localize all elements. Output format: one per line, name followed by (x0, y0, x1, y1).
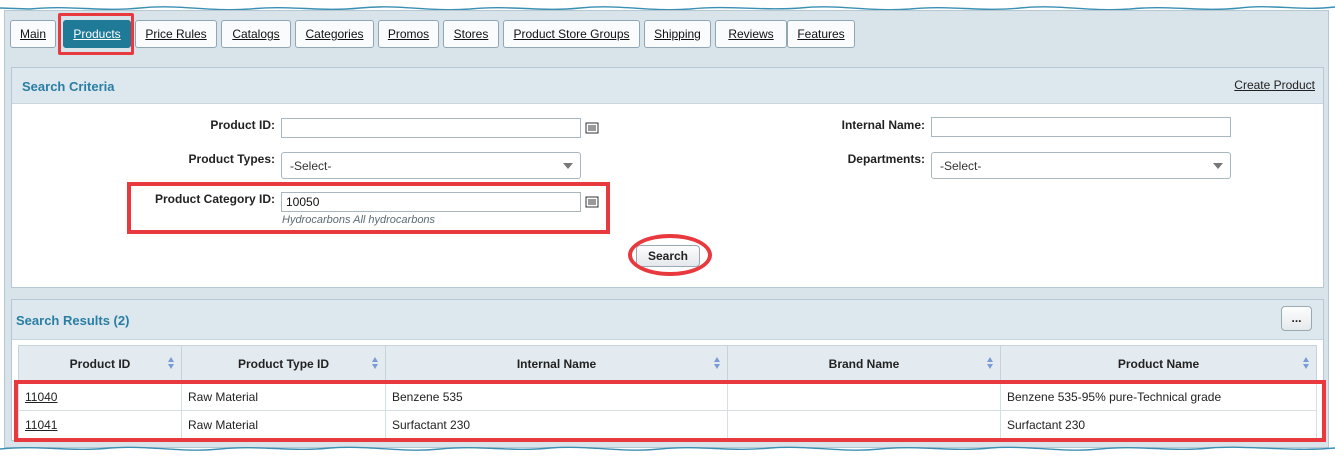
column-header-product-id[interactable]: Product ID (18, 345, 182, 383)
search-criteria-title: Search Criteria (22, 79, 115, 94)
column-header-internal-name[interactable]: Internal Name (385, 345, 728, 383)
sort-icon[interactable] (986, 356, 994, 370)
tab-catalogs[interactable]: Catalogs (221, 20, 291, 48)
chevron-down-icon (563, 163, 573, 169)
highlight-category-field (127, 182, 610, 234)
highlight-search-button (628, 234, 712, 276)
sort-icon[interactable] (167, 356, 175, 370)
highlight-result-rows (14, 380, 1326, 442)
tab-reviews[interactable]: Reviews (715, 20, 787, 48)
torn-edge-bottom (0, 446, 1335, 457)
tab-price-rules[interactable]: Price Rules (135, 20, 217, 48)
internal-name-input[interactable] (931, 117, 1231, 137)
lookup-icon[interactable] (585, 122, 599, 134)
column-header-product-type-id[interactable]: Product Type ID (181, 345, 386, 383)
product-types-value: -Select- (290, 159, 332, 173)
product-id-input[interactable] (281, 118, 581, 138)
more-options-button[interactable]: ... (1281, 306, 1312, 331)
product-types-label: Product Types: (188, 152, 275, 166)
tab-shipping[interactable]: Shipping (644, 20, 711, 48)
tab-categories[interactable]: Categories (295, 20, 374, 48)
results-header-row: Product ID Product Type ID Internal Name… (18, 345, 1317, 383)
internal-name-label: Internal Name: (841, 118, 925, 132)
sort-icon[interactable] (371, 356, 379, 370)
sort-icon[interactable] (1302, 356, 1310, 370)
column-header-brand-name[interactable]: Brand Name (727, 345, 1001, 383)
departments-select[interactable]: -Select- (931, 152, 1231, 179)
search-criteria-header: Search Criteria Create Product (12, 68, 1323, 104)
highlight-products-tab (58, 13, 134, 55)
tab-stores[interactable]: Stores (443, 20, 499, 48)
product-id-label: Product ID: (210, 118, 275, 132)
search-results-title: Search Results (2) (16, 313, 130, 328)
departments-value: -Select- (940, 159, 982, 173)
tab-product-store-groups[interactable]: Product Store Groups (503, 20, 640, 48)
tab-features[interactable]: Features (787, 20, 855, 48)
column-header-product-name[interactable]: Product Name (1000, 345, 1317, 383)
tab-main[interactable]: Main (10, 20, 56, 48)
chevron-down-icon (1213, 163, 1223, 169)
product-types-select[interactable]: -Select- (281, 152, 581, 179)
tab-promos[interactable]: Promos (378, 20, 439, 48)
create-product-link[interactable]: Create Product (1234, 78, 1315, 92)
search-results-header: Search Results (2) ... (12, 300, 1323, 340)
sort-icon[interactable] (713, 356, 721, 370)
departments-label: Departments: (847, 152, 925, 166)
